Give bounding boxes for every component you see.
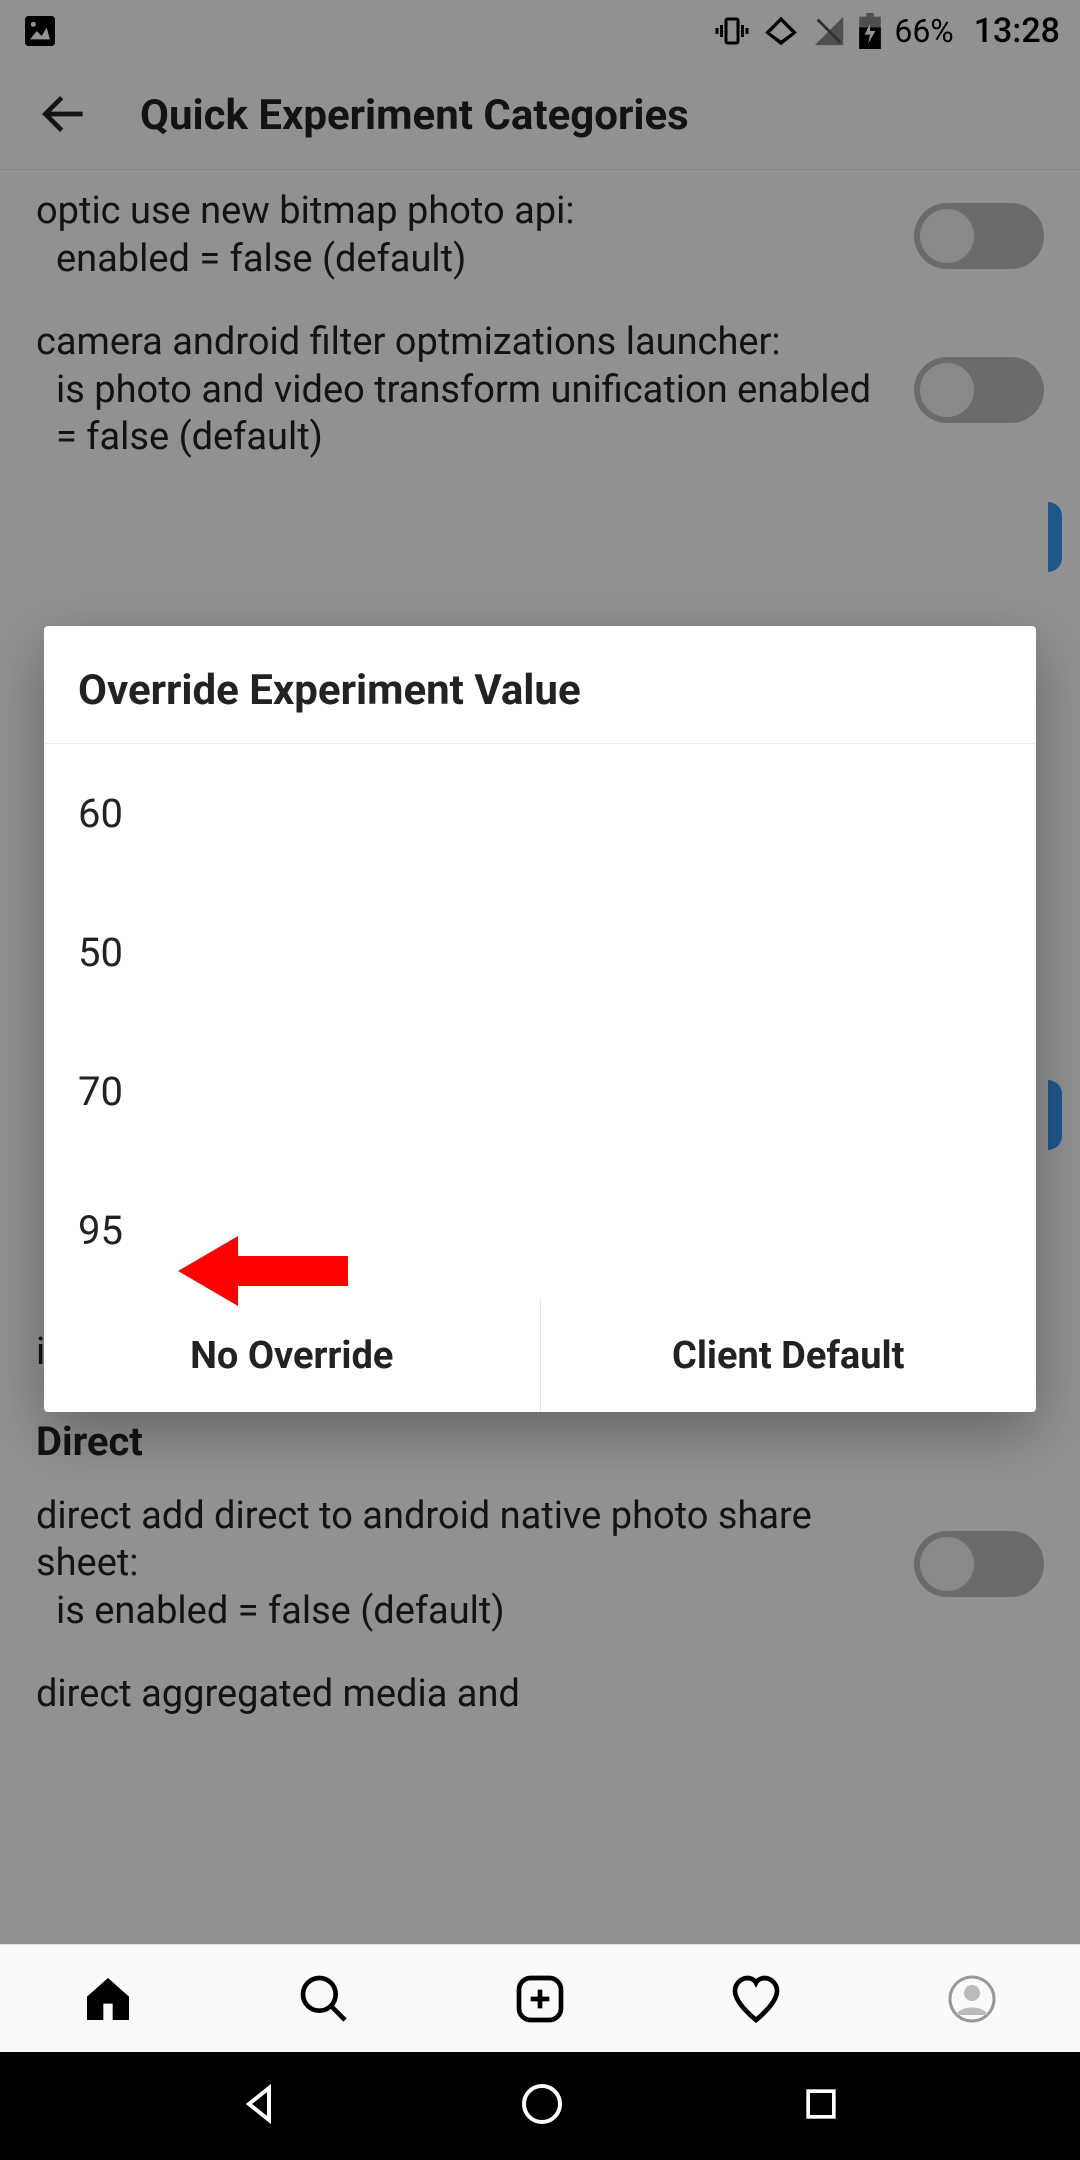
home-icon — [80, 1971, 136, 2027]
client-default-button[interactable]: Client Default — [540, 1300, 1037, 1412]
dialog-option-list: 60 50 70 95 — [44, 744, 1036, 1300]
bottom-tab-bar — [0, 1944, 1080, 2052]
dialog-option-95[interactable]: 95 — [44, 1161, 1036, 1300]
activity-tab[interactable] — [720, 1963, 792, 2035]
screen: 66% 13:28 Quick Experiment Categories op… — [0, 0, 1080, 2160]
add-tab[interactable] — [504, 1963, 576, 2035]
dialog-option-70[interactable]: 70 — [44, 1022, 1036, 1161]
circle-home-icon — [518, 2080, 566, 2128]
override-dialog: Override Experiment Value 60 50 70 95 No… — [44, 626, 1036, 1412]
dialog-title: Override Experiment Value — [44, 626, 1036, 744]
no-override-button[interactable]: No Override — [44, 1300, 540, 1412]
search-tab[interactable] — [288, 1963, 360, 2035]
home-tab[interactable] — [72, 1963, 144, 2035]
profile-icon — [948, 1975, 996, 2023]
plus-square-icon — [512, 1971, 568, 2027]
android-nav-bar — [0, 2052, 1080, 2160]
nav-recent-button[interactable] — [799, 2082, 843, 2130]
nav-back-button[interactable] — [237, 2080, 285, 2132]
dialog-option-50[interactable]: 50 — [44, 883, 1036, 1022]
heart-icon — [728, 1971, 784, 2027]
triangle-back-icon — [237, 2080, 285, 2128]
search-icon — [296, 1971, 352, 2027]
profile-tab[interactable] — [936, 1963, 1008, 2035]
nav-home-button[interactable] — [518, 2080, 566, 2132]
dialog-option-60[interactable]: 60 — [44, 744, 1036, 883]
dialog-actions: No Override Client Default — [44, 1300, 1036, 1412]
square-recent-icon — [799, 2082, 843, 2126]
